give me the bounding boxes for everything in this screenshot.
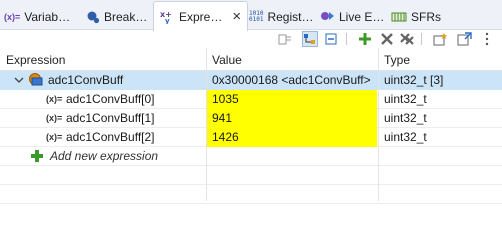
column-divider[interactable] [378,48,379,201]
live-expressions-icon [320,9,335,24]
variables-icon: (x)= [4,11,21,22]
column-header-expression[interactable]: Expression [6,53,65,67]
expression-type: uint32_t [384,111,427,125]
tab-expressions[interactable]: x+ y Expre… × [153,1,249,31]
variable-icon: (x)= [46,113,63,123]
empty-row [0,185,502,204]
view-menu-icon[interactable] [456,31,472,47]
collapse-all-icon[interactable] [323,31,339,47]
show-type-names-icon[interactable] [277,31,293,47]
column-header-value[interactable]: Value [212,53,242,67]
expression-type: uint32_t [384,92,427,106]
table-row[interactable]: (x)= adc1ConvBuff[0] 1035 uint32_t [0,90,502,109]
expression-value-changed: 941 [207,109,377,128]
variable-icon: (x)= [46,94,63,104]
chevron-down-icon[interactable] [14,71,24,90]
expressions-icon: x+ y [160,9,175,24]
expressions-table: Expression Value Type adc1ConvBuff 0x300… [0,48,502,204]
add-new-expression-label: Add new expression [50,149,159,163]
sfrs-icon [391,11,407,23]
tab-sfrs[interactable]: SFRs [391,3,441,30]
tab-registers-label: Regist… [267,9,314,24]
new-view-icon[interactable] [432,31,448,47]
tab-variables-label: Variab… [24,9,71,24]
expression-name: adc1ConvBuff[1] [66,111,155,125]
remove-selected-icon[interactable] [379,31,395,47]
variable-icon: (x)= [46,132,63,142]
registers-icon-bottom: 0101 [249,15,264,23]
table-row[interactable]: adc1ConvBuff 0x30000168 <adc1ConvBuff> u… [0,71,502,90]
tab-live-expressions[interactable]: Live E… [320,3,384,30]
column-header-type[interactable]: Type [384,53,410,67]
expression-type: uint32_t [3] [384,73,444,87]
remove-all-icon[interactable] [399,31,415,47]
view-tab-bar: (x)= Variab… Break… x+ y Expre… × 1010 01… [0,0,502,31]
view-toolbar [0,30,502,48]
tab-live-expressions-label: Live E… [339,9,385,24]
table-row[interactable]: (x)= adc1ConvBuff[1] 941 uint32_t [0,109,502,128]
toolbar-separator [421,33,422,45]
expression-value: 0x30000168 <adc1ConvBuff> [212,73,371,87]
expression-value-changed: 1035 [207,90,377,109]
expression-name: adc1ConvBuff[2] [66,130,155,144]
breakpoints-icon [86,10,100,24]
toolbar-separator [346,33,347,45]
add-expression-icon[interactable] [357,31,373,47]
close-icon[interactable]: × [232,9,241,24]
expression-name: adc1ConvBuff[0] [66,92,155,106]
svg-text:y: y [165,17,170,24]
expression-type: uint32_t [384,130,427,144]
expression-value-changed: 1426 [207,128,377,147]
empty-row [0,166,502,185]
expression-icon [28,72,44,91]
tab-breakpoints[interactable]: Break… [86,3,147,30]
column-divider[interactable] [206,48,207,201]
tab-variables[interactable]: (x)= Variab… [4,3,70,30]
table-row[interactable]: (x)= adc1ConvBuff[2] 1426 uint32_t [0,128,502,147]
add-new-expression-row[interactable]: Add new expression [0,147,502,166]
tab-breakpoints-label: Break… [104,9,148,24]
tab-expressions-label: Expre… [179,9,223,24]
table-header: Expression Value Type [0,48,502,71]
view-menu-dots-icon[interactable] [479,31,495,47]
show-logical-structure-icon[interactable] [302,31,318,47]
tab-sfrs-label: SFRs [411,9,441,24]
tab-registers[interactable]: 1010 0101 Regist… [249,3,313,30]
registers-icon: 1010 0101 [249,10,264,23]
expression-name: adc1ConvBuff [48,73,124,87]
